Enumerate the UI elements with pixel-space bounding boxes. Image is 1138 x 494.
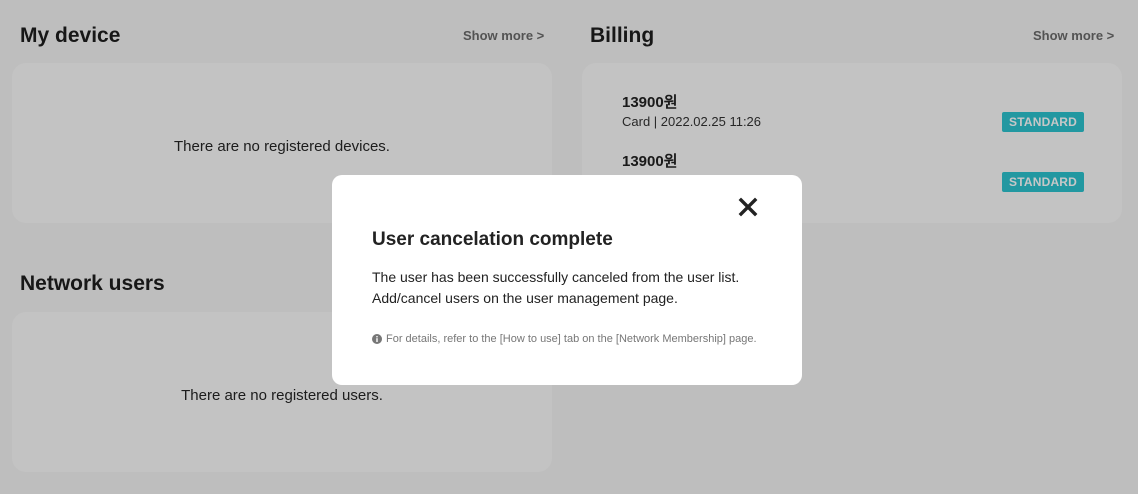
dialog-note: For details, refer to the [How to use] t…: [372, 333, 757, 345]
info-icon: [372, 334, 382, 344]
cancelation-dialog: User cancelation complete The user has b…: [332, 175, 802, 385]
dialog-message-line: Add/cancel users on the user management …: [372, 290, 678, 306]
dialog-message-line: The user has been successfully canceled …: [372, 269, 740, 285]
dialog-title: User cancelation complete: [372, 229, 613, 250]
close-icon[interactable]: [736, 195, 760, 219]
dialog-message: The user has been successfully canceled …: [372, 267, 739, 309]
dialog-note-text: For details, refer to the [How to use] t…: [386, 333, 757, 345]
